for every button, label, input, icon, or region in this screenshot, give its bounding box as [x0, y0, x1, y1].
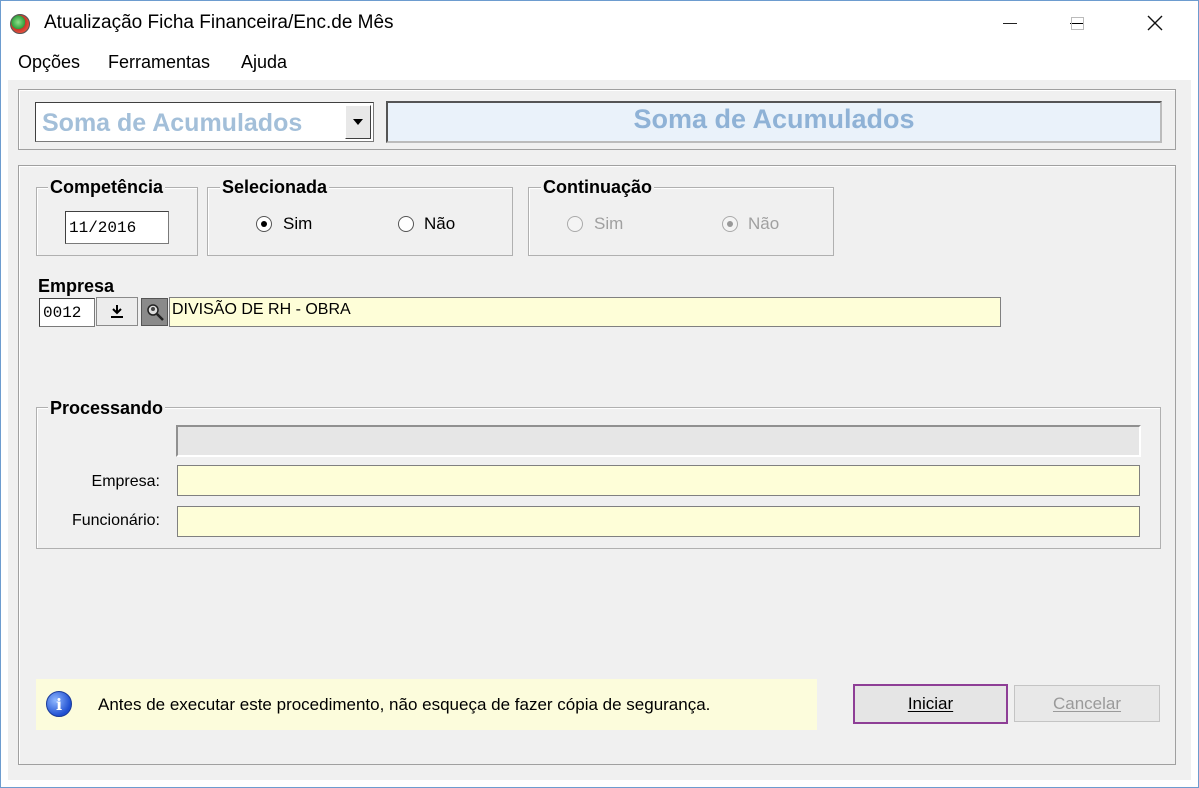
continuacao-nao-radio: [722, 216, 738, 232]
close-icon: [1147, 15, 1163, 31]
competencia-legend: Competência: [48, 177, 166, 198]
empresa-search-button[interactable]: [141, 298, 168, 326]
info-message: Antes de executar este procedimento, não…: [98, 695, 711, 714]
empresa-label: Empresa: [36, 276, 117, 297]
menu-ferramentas[interactable]: Ferramentas: [108, 52, 210, 73]
window-title: Atualização Ficha Financeira/Enc.de Mês: [44, 12, 394, 33]
continuacao-sim-label: Sim: [594, 214, 624, 233]
info-icon: i: [46, 691, 72, 717]
selecionada-sim-radio[interactable]: [256, 216, 272, 232]
radio-dot-icon: [727, 221, 733, 227]
app-icon: [10, 14, 30, 34]
selecionada-legend: Selecionada: [220, 177, 330, 198]
cancelar-label: Cancelar: [1052, 693, 1122, 713]
iniciar-label: Iniciar: [907, 694, 954, 713]
close-button[interactable]: [1132, 1, 1178, 45]
selecionada-nao-radio[interactable]: [398, 216, 414, 232]
maximize-btn[interactable]: [1054, 1, 1100, 45]
procedure-banner-title: Soma de Acumulados: [633, 104, 915, 134]
processando-funcionario-field: [177, 506, 1140, 537]
download-arrow-icon: [111, 305, 123, 318]
iniciar-button[interactable]: Iniciar: [853, 684, 1008, 724]
radio-dot-icon: [261, 221, 267, 227]
empresa-code-input[interactable]: 0012: [39, 298, 95, 327]
empresa-name-field: DIVISÃO DE RH - OBRA: [169, 297, 1001, 327]
processando-empresa-field: [177, 465, 1140, 496]
selecionada-nao-label[interactable]: Não: [424, 214, 455, 234]
continuacao-nao-label: Não: [748, 214, 780, 233]
dropdown-button[interactable]: [345, 105, 371, 139]
processando-empresa-label: Empresa:: [91, 473, 160, 490]
competencia-input[interactable]: 11/2016: [65, 211, 169, 244]
chevron-down-icon: [353, 119, 363, 125]
selecionada-sim-label[interactable]: Sim: [283, 214, 312, 234]
continuacao-legend: Continuação: [541, 177, 655, 198]
maximize-icon: [1070, 16, 1084, 30]
menu-opcoes[interactable]: Opções: [18, 52, 80, 73]
minimize-btn[interactable]: [987, 1, 1033, 45]
empresa-lookup-button[interactable]: [96, 297, 138, 326]
menu-ajuda[interactable]: Ajuda: [241, 52, 287, 73]
cancelar-button: Cancelar: [1014, 685, 1160, 722]
progress-bar: [176, 425, 1141, 457]
procedure-select-value: Soma de Acumulados: [42, 109, 303, 137]
search-person-icon: [146, 304, 164, 321]
processando-legend: Processando: [48, 398, 166, 419]
continuacao-sim-radio: [567, 216, 583, 232]
minimize-glyph-icon: [1003, 22, 1017, 24]
processando-funcionario-label: Funcionário:: [71, 512, 160, 529]
